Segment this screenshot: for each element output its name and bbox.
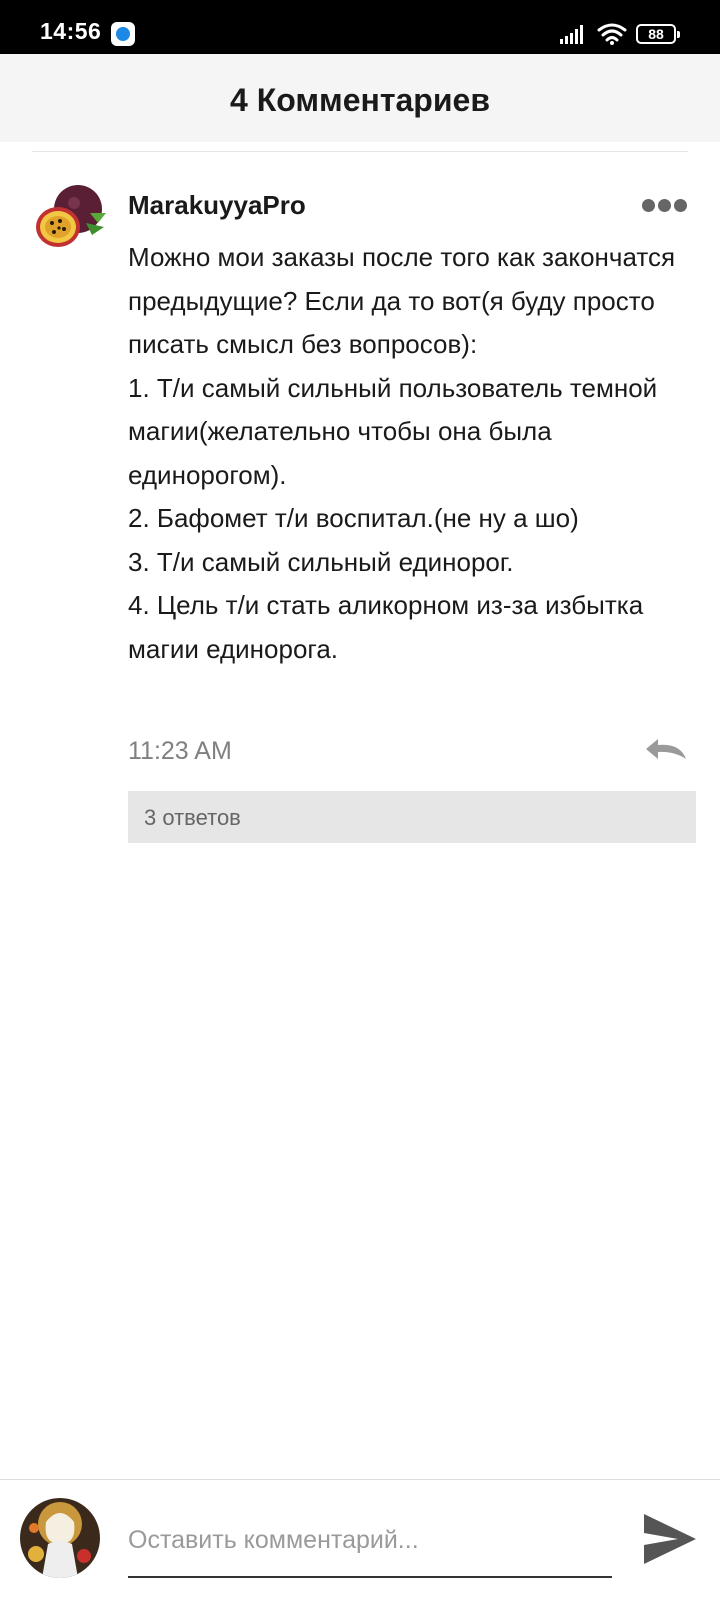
input-divider: [0, 1479, 720, 1480]
send-icon[interactable]: [642, 1512, 698, 1566]
wifi-icon: [597, 23, 627, 45]
header-bar: 4 Комментариев: [0, 54, 720, 142]
signal-icon: [560, 25, 583, 44]
comment-input[interactable]: [128, 1518, 612, 1562]
reply-icon[interactable]: [644, 737, 688, 761]
status-bar: 14:56 88: [0, 0, 720, 54]
battery-icon: 88: [636, 24, 680, 44]
input-underline: [128, 1576, 612, 1578]
status-time: 14:56: [40, 18, 102, 44]
comments-screen: 14:56 88 4 Комментариев MarakuyyaPro Мож…: [0, 0, 720, 1600]
header-divider: [32, 151, 688, 152]
user-avatar[interactable]: [20, 1498, 100, 1578]
battery-level: 88: [648, 26, 664, 42]
view-replies-button[interactable]: 3 ответов: [128, 791, 696, 843]
comment-text: Можно мои заказы после того как закончат…: [128, 242, 676, 664]
comment-timestamp: 11:23 AM: [128, 737, 232, 765]
more-options-icon[interactable]: [642, 199, 688, 213]
comment-author[interactable]: MarakuyyaPro: [128, 190, 306, 221]
replies-count-label: 3 ответов: [144, 805, 241, 830]
commenter-avatar[interactable]: [34, 183, 108, 253]
page-title: 4 Комментариев: [230, 82, 490, 118]
app-notification-icon: [111, 22, 135, 46]
